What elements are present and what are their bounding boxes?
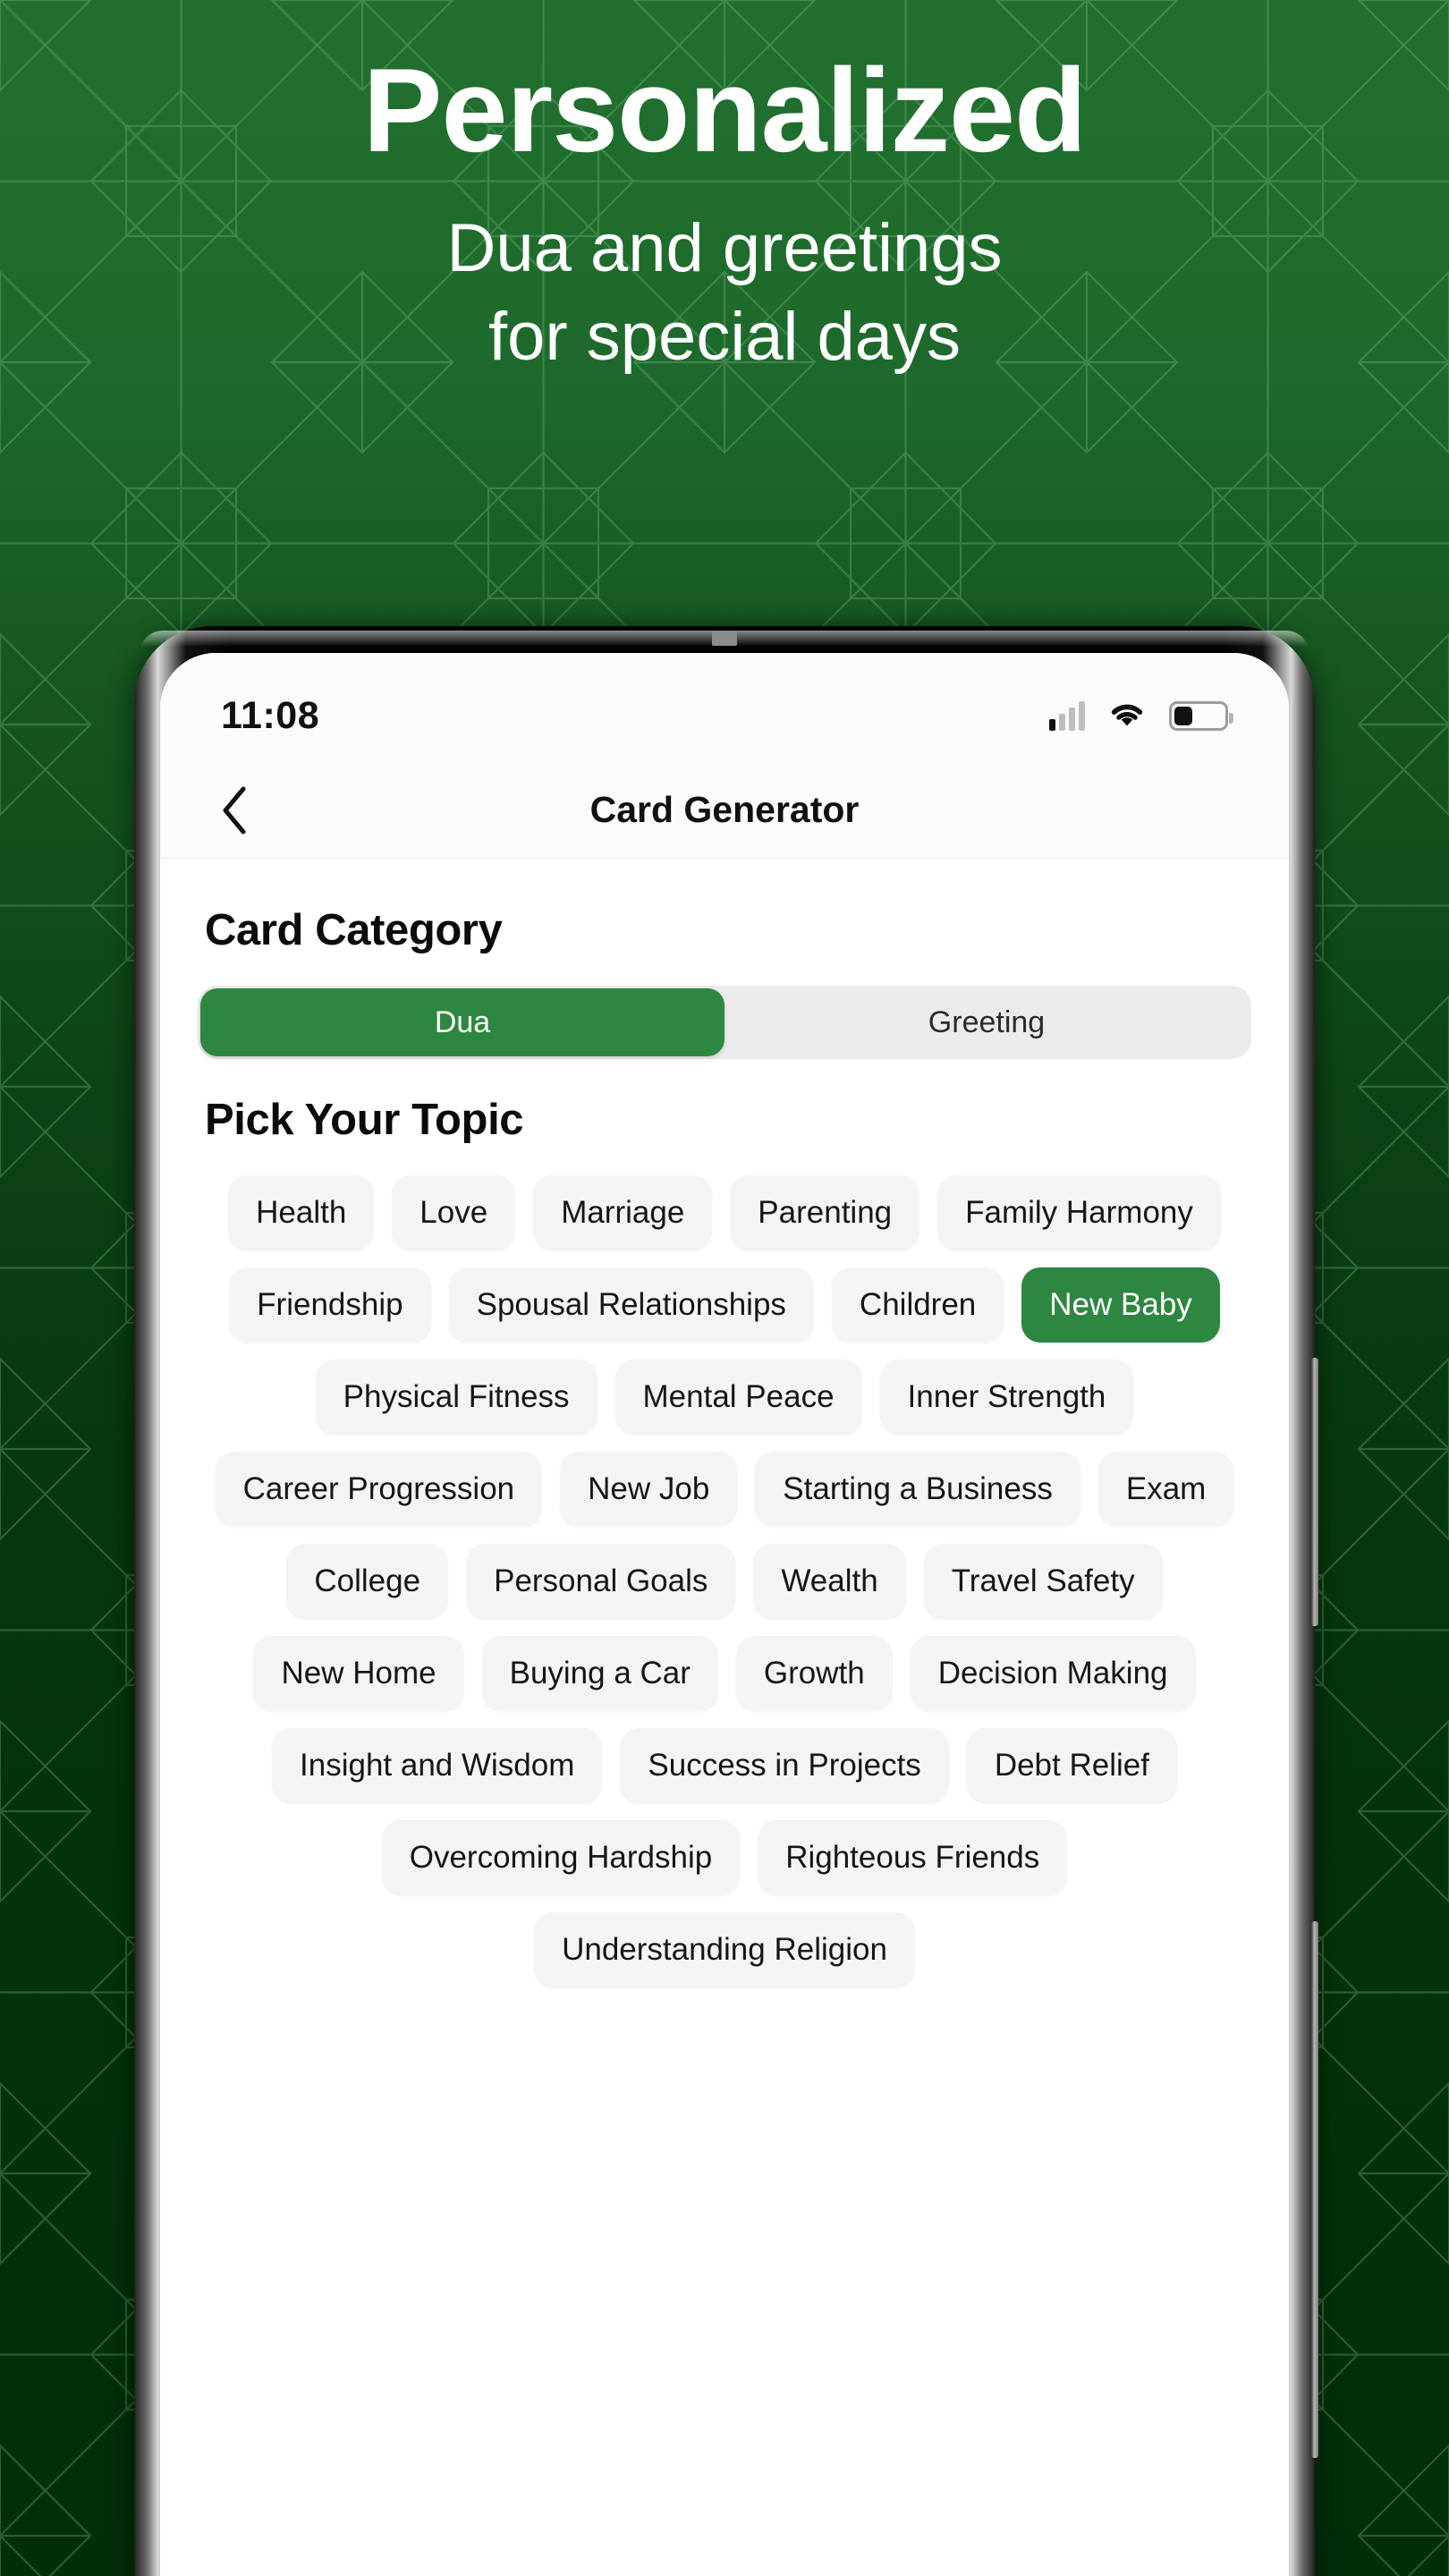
promo-subtitle: Dua and greetings for special days bbox=[0, 205, 1449, 382]
topic-chip[interactable]: Love bbox=[392, 1175, 516, 1250]
topic-chip[interactable]: Health bbox=[228, 1175, 375, 1250]
status-bar: 11:08 bbox=[160, 653, 1289, 762]
card-category-segmented-control[interactable]: Dua Greeting bbox=[198, 986, 1251, 1059]
promo-text-block: Personalized Dua and greetings for speci… bbox=[0, 41, 1449, 382]
topic-chip[interactable]: Inner Strength bbox=[879, 1360, 1134, 1435]
topic-chip[interactable]: Career Progression bbox=[215, 1452, 543, 1527]
topic-chip[interactable]: Parenting bbox=[730, 1175, 920, 1250]
page-title: Card Generator bbox=[589, 789, 860, 830]
topic-chip[interactable]: College bbox=[286, 1544, 449, 1619]
topic-chip[interactable]: Buying a Car bbox=[481, 1636, 718, 1711]
back-button[interactable] bbox=[207, 783, 262, 838]
topic-chip[interactable]: New Job bbox=[560, 1452, 738, 1527]
wifi-icon bbox=[1108, 699, 1146, 733]
promo-subtitle-line-2: for special days bbox=[487, 298, 962, 375]
status-bar-icons bbox=[1049, 699, 1233, 733]
promo-title: Personalized bbox=[362, 45, 1087, 177]
topic-chip[interactable]: Overcoming Hardship bbox=[381, 1820, 741, 1895]
topic-chip[interactable]: Righteous Friends bbox=[758, 1820, 1068, 1895]
topic-chip-list: Health Love Marriage Parenting Family Harmon… bbox=[198, 1175, 1251, 1987]
topic-chip[interactable]: Starting a Business bbox=[755, 1452, 1080, 1527]
topic-chip[interactable]: Physical Fitness bbox=[315, 1360, 597, 1435]
status-bar-clock: 11:08 bbox=[221, 693, 320, 737]
topic-chip[interactable]: New Home bbox=[253, 1636, 464, 1711]
cellular-signal-icon bbox=[1049, 700, 1085, 731]
screen-content: Card Category Dua Greeting Pick Your Top… bbox=[160, 859, 1289, 2576]
topic-chip[interactable]: Family Harmony bbox=[937, 1175, 1221, 1250]
topic-chip[interactable]: New Baby bbox=[1021, 1267, 1220, 1343]
topic-chip[interactable]: Decision Making bbox=[910, 1636, 1196, 1711]
topic-chip[interactable]: Debt Relief bbox=[966, 1728, 1177, 1803]
navigation-bar: Card Generator bbox=[160, 762, 1289, 859]
topic-chip[interactable]: Marriage bbox=[533, 1175, 713, 1250]
topic-chip[interactable]: Success in Projects bbox=[620, 1728, 949, 1803]
topic-chip[interactable]: Travel Safety bbox=[923, 1544, 1163, 1619]
topic-chip[interactable]: Spousal Relationships bbox=[448, 1267, 814, 1343]
topic-chip[interactable]: Growth bbox=[735, 1636, 893, 1711]
phone-earpiece-speaker-icon bbox=[712, 631, 737, 646]
topic-chip[interactable]: Children bbox=[831, 1267, 1004, 1343]
topic-chip[interactable]: Understanding Religion bbox=[534, 1912, 915, 1987]
battery-icon bbox=[1169, 700, 1233, 731]
pick-topic-heading: Pick Your Topic bbox=[205, 1096, 524, 1144]
topic-chip[interactable]: Exam bbox=[1097, 1452, 1234, 1527]
topic-chip[interactable]: Mental Peace bbox=[614, 1360, 862, 1435]
segment-greeting[interactable]: Greeting bbox=[724, 988, 1249, 1056]
phone-volume-button[interactable] bbox=[1311, 1358, 1318, 1626]
phone-power-button[interactable] bbox=[1311, 1921, 1318, 2458]
topic-chip[interactable]: Insight and Wisdom bbox=[272, 1728, 603, 1803]
promo-subtitle-line-1: Dua and greetings bbox=[446, 209, 1003, 286]
phone-screen: 11:08 Card Generator Card Category Dua G… bbox=[160, 653, 1289, 2576]
segment-dua[interactable]: Dua bbox=[200, 988, 724, 1056]
chevron-left-icon bbox=[223, 786, 246, 834]
phone-mockup: 11:08 Card Generator Card Category Dua G… bbox=[134, 626, 1318, 2576]
card-category-heading: Card Category bbox=[205, 906, 503, 954]
topic-chip[interactable]: Wealth bbox=[753, 1544, 906, 1619]
topic-chip[interactable]: Personal Goals bbox=[466, 1544, 736, 1619]
topic-chip[interactable]: Friendship bbox=[229, 1267, 431, 1343]
